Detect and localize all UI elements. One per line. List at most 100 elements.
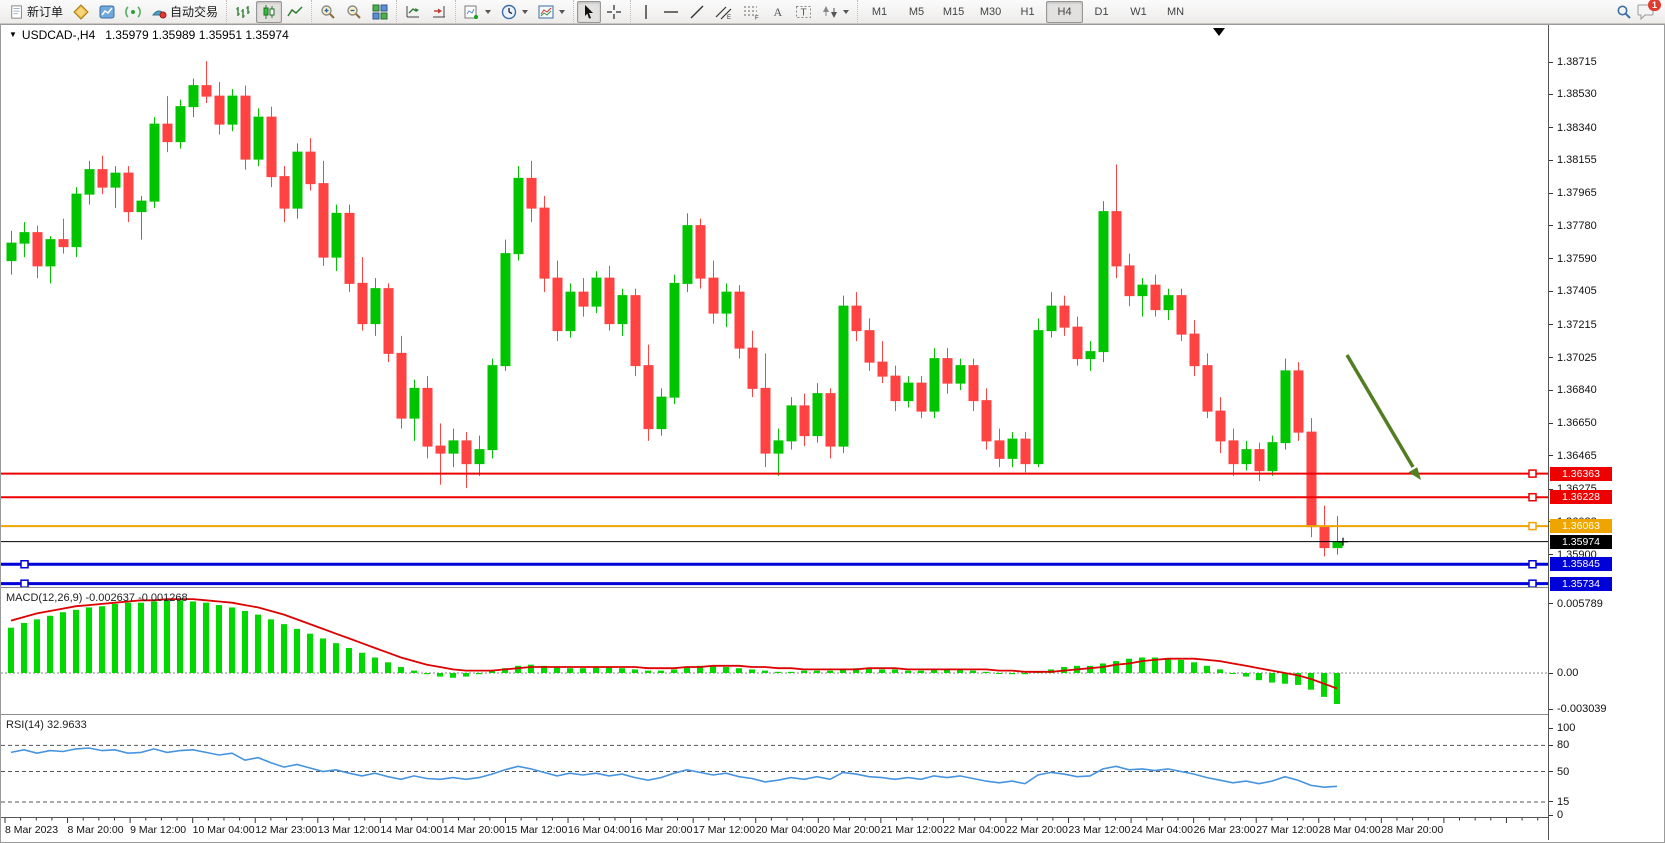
timeframe-d1[interactable]: D1: [1083, 1, 1120, 23]
new-order-button[interactable]: 新订单: [5, 1, 68, 23]
timeframe-w1[interactable]: W1: [1120, 1, 1157, 23]
arrows-tool-button[interactable]: [817, 1, 854, 23]
candle-body: [943, 359, 952, 384]
rsi-pane-svg[interactable]: [1, 717, 1548, 817]
trendline-button[interactable]: [684, 1, 710, 23]
timeframe-m1[interactable]: M1: [861, 1, 898, 23]
chart-title: ▼USDCAD-,H41.35979 1.35989 1.35951 1.359…: [9, 28, 289, 42]
timeframe-h4[interactable]: H4: [1046, 1, 1083, 23]
candle-body: [1333, 542, 1342, 548]
candle-body: [98, 170, 107, 188]
candle-body: [1151, 285, 1160, 310]
timeframe-m5[interactable]: M5: [898, 1, 935, 23]
time-tick-label: 15 Mar 12:00: [505, 824, 567, 836]
price-axis[interactable]: 1.387151.385301.383401.381551.379651.377…: [1548, 25, 1662, 840]
zoom-in-button[interactable]: [315, 1, 341, 23]
cursor-button[interactable]: [577, 1, 601, 23]
chat-button[interactable]: 1: [1637, 3, 1655, 20]
templates-icon: [538, 4, 554, 20]
zoom-out-button[interactable]: [341, 1, 367, 23]
price-tick: 1.36840: [1549, 384, 1597, 396]
candle-body: [1060, 306, 1069, 327]
chart-shift-button[interactable]: [426, 1, 452, 23]
label-button[interactable]: T: [790, 1, 817, 23]
time-axis[interactable]: 8 Mar 20238 Mar 20:009 Mar 12:0010 Mar 0…: [1, 817, 1548, 840]
candle-body: [384, 289, 393, 354]
price-level-badge: 1.36228: [1550, 490, 1612, 504]
candles-chart-button[interactable]: [256, 1, 282, 23]
symbol-dropdown-icon[interactable]: ▼: [9, 30, 17, 39]
candle-body: [1099, 212, 1108, 352]
macd-bar: [73, 610, 79, 673]
chart-window: ▼USDCAD-,H41.35979 1.35989 1.35951 1.359…: [0, 24, 1665, 843]
timeframe-mn[interactable]: MN: [1157, 1, 1194, 23]
candle-body: [137, 201, 146, 212]
autotrade-button[interactable]: 自动交易: [146, 1, 223, 23]
fibonacci-icon: F: [743, 4, 761, 20]
time-tick-label: 16 Mar 20:00: [631, 824, 693, 836]
candle-body: [1255, 450, 1264, 471]
macd-bar: [190, 601, 196, 673]
macd-bar: [996, 673, 1002, 674]
rsi-pane[interactable]: RSI(14) 32.9633: [1, 717, 1548, 817]
macd-bar: [515, 666, 521, 673]
cursor-icon: [582, 4, 596, 19]
price-pane-svg[interactable]: [1, 25, 1548, 587]
macd-pane[interactable]: MACD(12,26,9) -0.002637 -0.001268: [1, 590, 1548, 714]
macd-bar: [164, 600, 170, 673]
fibonacci-button[interactable]: F: [738, 1, 766, 23]
time-tick-label: 28 Mar 20:00: [1381, 824, 1443, 836]
candle-body: [644, 366, 653, 429]
market-watch-button[interactable]: [94, 1, 120, 23]
time-tick-label: 26 Mar 23:00: [1194, 824, 1256, 836]
new-chart-button[interactable]: [459, 1, 496, 23]
macd-bar: [476, 673, 482, 674]
macd-bar: [151, 601, 157, 673]
candle-body: [462, 441, 471, 464]
price-level-badge: 1.35845: [1550, 557, 1612, 571]
candle-body: [982, 401, 991, 441]
signals-button[interactable]: [120, 1, 146, 23]
timeframe-m15[interactable]: M15: [935, 1, 972, 23]
macd-bar: [736, 668, 742, 673]
time-tick-label: 17 Mar 12:00: [693, 824, 755, 836]
time-tick-label: 27 Mar 12:00: [1256, 824, 1318, 836]
candle-body: [1307, 432, 1316, 527]
candle-body: [20, 233, 29, 244]
periods-button[interactable]: [496, 1, 533, 23]
macd-bar: [918, 671, 924, 673]
horizontal-line-button[interactable]: [658, 1, 684, 23]
equidistant-channel-button[interactable]: E: [710, 1, 738, 23]
templates-button[interactable]: [533, 1, 570, 23]
macd-pane-svg[interactable]: [1, 590, 1548, 714]
price-pane[interactable]: [1, 25, 1548, 587]
timeframe-w1-label: W1: [1130, 6, 1147, 18]
timeframe-m30[interactable]: M30: [972, 1, 1009, 23]
equidistant-channel-icon: E: [715, 4, 733, 20]
tile-windows-button[interactable]: [367, 1, 393, 23]
macd-bar: [21, 623, 27, 673]
time-tick-label: 8 Mar 20:00: [68, 824, 124, 836]
crosshair-button[interactable]: [601, 1, 627, 23]
bars-chart-button[interactable]: [230, 1, 256, 23]
candle-body: [124, 173, 133, 212]
macd-bar: [1022, 673, 1028, 674]
metaquotes-button[interactable]: [68, 1, 94, 23]
price-tick: 1.36465: [1549, 450, 1597, 462]
auto-scroll-button[interactable]: [400, 1, 426, 23]
price-tick: 1.38715: [1549, 56, 1597, 68]
timeframe-h1[interactable]: H1: [1009, 1, 1046, 23]
search-button[interactable]: [1611, 1, 1637, 23]
vertical-line-button[interactable]: [634, 1, 658, 23]
candle-body: [1320, 527, 1329, 548]
text-button[interactable]: A: [766, 1, 790, 23]
macd-bar: [749, 669, 755, 673]
level-handle: [1529, 580, 1536, 587]
macd-bar: [1191, 662, 1197, 673]
macd-bar: [255, 615, 261, 673]
line-chart-button[interactable]: [282, 1, 308, 23]
candle-body: [917, 383, 926, 411]
macd-bar: [99, 606, 105, 673]
candle-body: [228, 96, 237, 124]
macd-bar: [1243, 673, 1249, 677]
